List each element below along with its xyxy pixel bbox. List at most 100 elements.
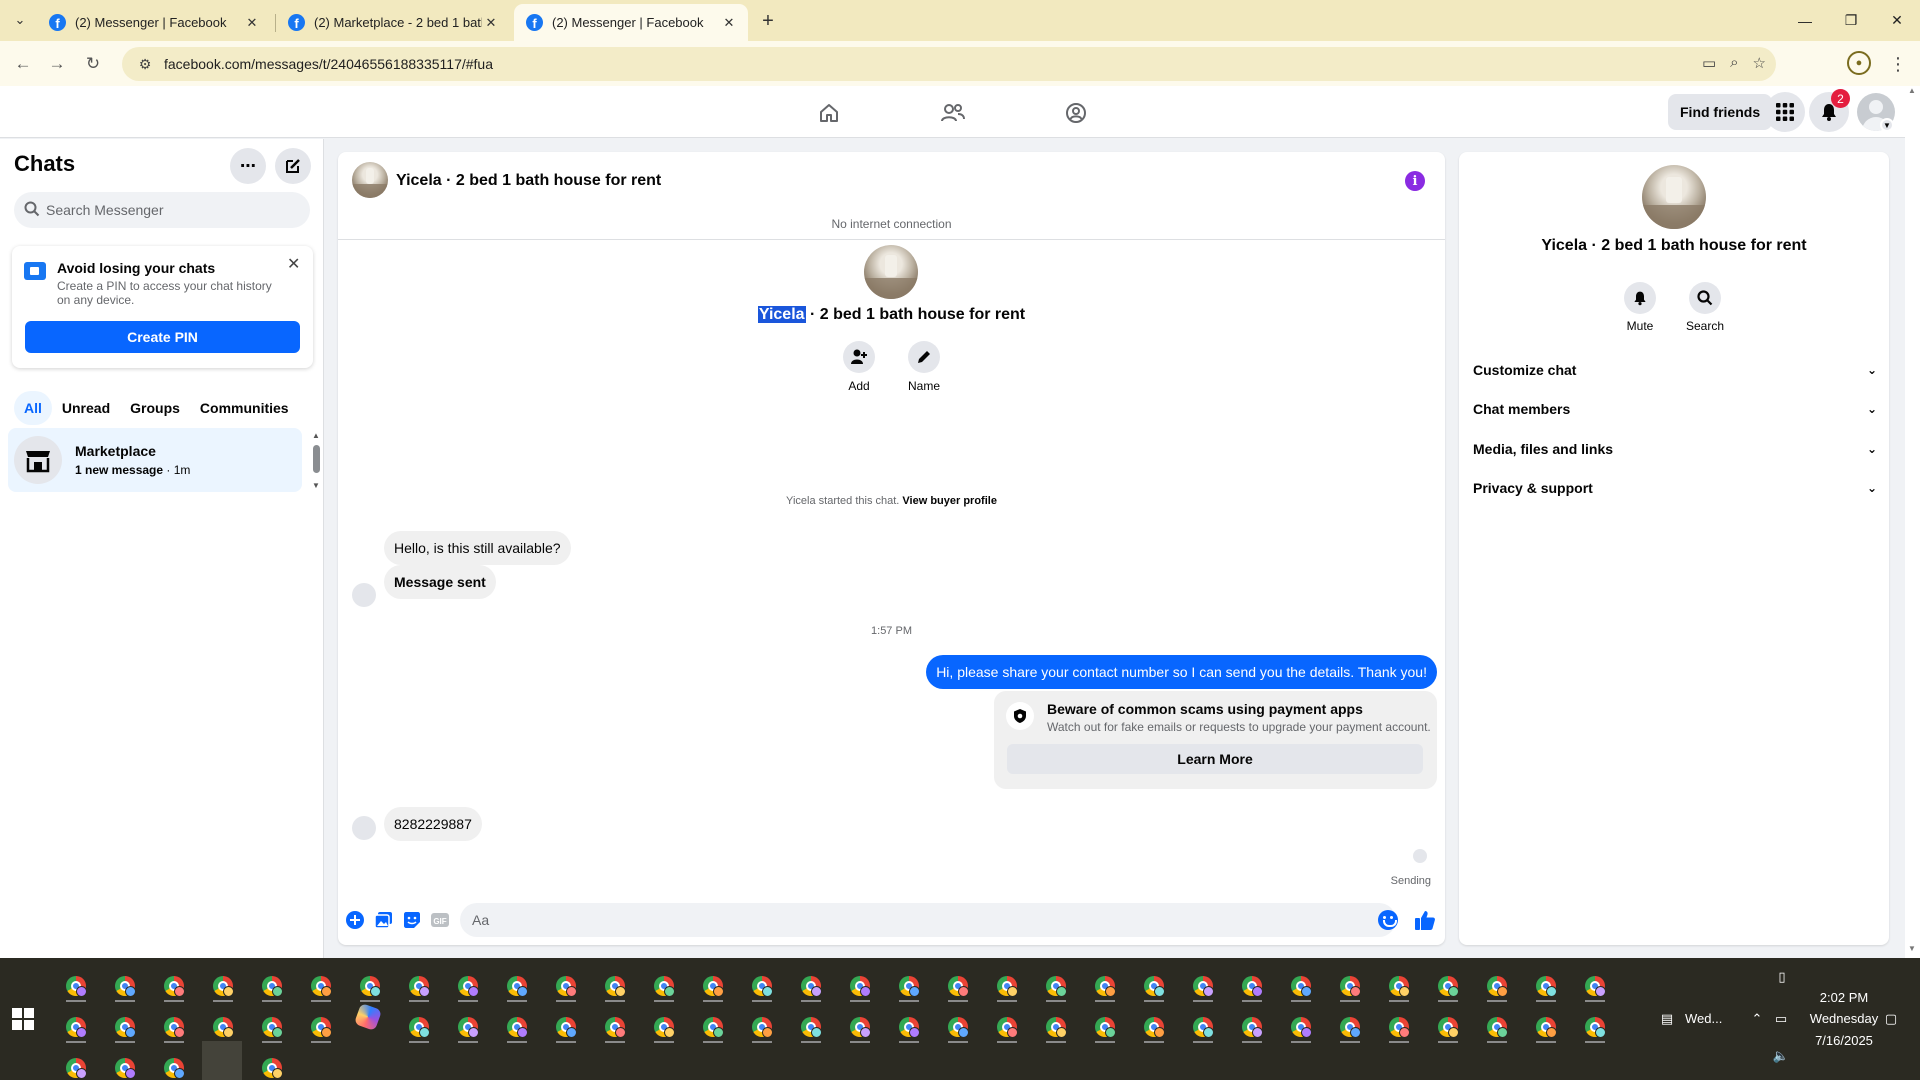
chrome-profile-taskbar-icon[interactable] xyxy=(1483,972,1511,1002)
chrome-profile-taskbar-icon[interactable] xyxy=(552,972,580,1002)
volume-icon[interactable]: 🔈 xyxy=(1772,1047,1790,1065)
thumbs-up-icon[interactable] xyxy=(1414,909,1436,931)
chrome-profile-taskbar-icon[interactable] xyxy=(405,1013,433,1043)
site-info-icon[interactable]: ⚙ xyxy=(130,56,160,73)
chrome-profile-taskbar-icon[interactable] xyxy=(160,1054,188,1080)
chrome-profile-taskbar-icon[interactable] xyxy=(160,1013,188,1043)
chrome-profile-taskbar-icon[interactable] xyxy=(895,1013,923,1043)
chrome-profile-taskbar-icon[interactable] xyxy=(62,972,90,1002)
chrome-profile-taskbar-icon[interactable] xyxy=(1434,972,1462,1002)
gif-icon[interactable]: GIF xyxy=(430,910,450,930)
search-messenger-input[interactable]: Search Messenger xyxy=(14,192,310,228)
mute-action[interactable]: Mute xyxy=(1610,282,1670,333)
chrome-profile-taskbar-icon[interactable] xyxy=(111,1013,139,1043)
close-icon[interactable]: ✕ xyxy=(287,254,300,274)
weather-text[interactable]: Wed... xyxy=(1685,1011,1722,1026)
chrome-profile-taskbar-icon[interactable] xyxy=(748,1013,776,1043)
new-tab-button[interactable]: + xyxy=(756,9,780,33)
chrome-profile-taskbar-icon[interactable] xyxy=(1091,972,1119,1002)
friends-icon[interactable] xyxy=(934,96,972,130)
chevron-up-icon[interactable]: ⌃ xyxy=(1748,1010,1766,1028)
chrome-profile-taskbar-icon[interactable] xyxy=(1238,972,1266,1002)
chrome-profile-taskbar-icon[interactable] xyxy=(62,1054,90,1080)
page-scrollbar[interactable]: ▲ ▼ xyxy=(1905,86,1920,958)
incoming-message[interactable]: Message sent xyxy=(384,565,496,599)
clock-day[interactable]: Wednesday xyxy=(1796,1011,1892,1026)
notification-center-icon[interactable]: ▢ xyxy=(1880,1010,1902,1028)
windows-start-icon[interactable] xyxy=(12,1008,34,1030)
chrome-profile-taskbar-icon[interactable] xyxy=(1336,1013,1364,1043)
incoming-message[interactable]: 8282229887 xyxy=(384,807,482,841)
chrome-profile-taskbar-icon[interactable] xyxy=(601,1013,629,1043)
chrome-profile-taskbar-icon[interactable] xyxy=(1189,1013,1217,1043)
info-icon[interactable]: i xyxy=(1405,171,1425,191)
name-chat-action[interactable]: Name xyxy=(894,341,954,393)
chrome-profile-taskbar-icon[interactable] xyxy=(552,1013,580,1043)
tab-close-icon[interactable]: ✕ xyxy=(720,14,738,32)
chrome-profile-taskbar-icon[interactable] xyxy=(699,1013,727,1043)
chrome-profile-taskbar-icon[interactable] xyxy=(1140,1013,1168,1043)
sticker-icon[interactable] xyxy=(402,910,422,930)
tablet-mode-icon[interactable]: ▯ xyxy=(1773,968,1791,986)
filter-all[interactable]: All xyxy=(14,391,52,425)
chrome-profile-taskbar-icon[interactable] xyxy=(1581,1013,1609,1043)
clock-time[interactable]: 2:02 PM xyxy=(1806,990,1882,1005)
chrome-profile-taskbar-icon[interactable] xyxy=(111,1054,139,1080)
conversation-title[interactable]: Yicela · 2 bed 1 bath house for rent xyxy=(396,172,661,190)
chrome-profile-taskbar-icon[interactable] xyxy=(797,1013,825,1043)
chrome-profile-taskbar-icon[interactable] xyxy=(1532,972,1560,1002)
chrome-profile-taskbar-icon[interactable] xyxy=(650,972,678,1002)
section-media-files-links[interactable]: Media, files and links ⌄ xyxy=(1473,431,1877,467)
chat-list-item-marketplace[interactable]: Marketplace 1 new message · 1m xyxy=(8,428,302,492)
clock-date[interactable]: 7/16/2025 xyxy=(1806,1033,1882,1048)
chrome-profile-taskbar-icon[interactable] xyxy=(650,1013,678,1043)
chrome-profile-taskbar-icon[interactable] xyxy=(356,972,384,1002)
learn-more-button[interactable]: Learn More xyxy=(1007,744,1423,774)
address-bar[interactable]: ⚙ facebook.com/messages/t/24046556188335… xyxy=(122,47,1776,81)
chrome-profile-taskbar-icon[interactable] xyxy=(895,972,923,1002)
chrome-profile-taskbar-icon[interactable] xyxy=(209,1013,237,1043)
tab-close-icon[interactable]: ✕ xyxy=(482,14,500,32)
photo-icon[interactable] xyxy=(374,910,394,930)
chrome-profile-taskbar-icon[interactable] xyxy=(1189,972,1217,1002)
chrome-profile-taskbar-icon[interactable] xyxy=(503,972,531,1002)
minimize-button[interactable]: — xyxy=(1782,0,1828,41)
reload-button[interactable]: ↻ xyxy=(80,51,106,77)
chrome-profile-taskbar-icon[interactable] xyxy=(258,972,286,1002)
chrome-profile-taskbar-icon[interactable] xyxy=(405,972,433,1002)
groups-icon[interactable] xyxy=(1057,96,1095,130)
browser-tab-2[interactable]: f (2) Marketplace - 2 bed 1 bath h ✕ xyxy=(276,4,510,41)
chrome-profile-taskbar-icon[interactable] xyxy=(258,1054,286,1080)
chrome-profile-taskbar-icon[interactable] xyxy=(454,1013,482,1043)
chrome-profile-taskbar-icon[interactable] xyxy=(1385,1013,1413,1043)
chrome-profile-taskbar-icon[interactable] xyxy=(307,1013,335,1043)
add-people-action[interactable]: Add xyxy=(829,341,889,393)
menu-grid-button[interactable] xyxy=(1765,92,1805,132)
install-app-icon[interactable]: ▭ xyxy=(1702,54,1716,72)
chrome-profile-taskbar-icon[interactable] xyxy=(62,1013,90,1043)
chrome-profile-taskbar-icon[interactable] xyxy=(1042,972,1070,1002)
chrome-profile-taskbar-icon[interactable] xyxy=(1042,1013,1070,1043)
chat-options-button[interactable]: ⋯ xyxy=(230,148,266,184)
chrome-profile-taskbar-icon[interactable] xyxy=(258,1013,286,1043)
chrome-profile-taskbar-icon[interactable] xyxy=(846,1013,874,1043)
section-chat-members[interactable]: Chat members ⌄ xyxy=(1473,391,1877,427)
filter-communities[interactable]: Communities xyxy=(190,391,299,425)
section-customize-chat[interactable]: Customize chat ⌄ xyxy=(1473,352,1877,388)
home-icon[interactable] xyxy=(810,96,848,130)
chrome-profile-taskbar-icon[interactable] xyxy=(601,972,629,1002)
weather-widget-icon[interactable]: ▤ xyxy=(1655,1010,1679,1028)
chrome-profile-taskbar-icon[interactable] xyxy=(1140,972,1168,1002)
chevron-down-icon[interactable]: ▼ xyxy=(1880,118,1894,132)
tab-close-icon[interactable]: ✕ xyxy=(243,14,261,32)
incoming-message[interactable]: Hello, is this still available? xyxy=(384,531,571,565)
chrome-profile-taskbar-icon[interactable] xyxy=(846,972,874,1002)
chrome-profile-taskbar-icon[interactable] xyxy=(1287,972,1315,1002)
filter-unread[interactable]: Unread xyxy=(52,391,120,425)
chrome-profile-taskbar-icon[interactable] xyxy=(1385,972,1413,1002)
chrome-profile-taskbar-icon[interactable] xyxy=(699,972,727,1002)
chrome-profile-taskbar-icon[interactable] xyxy=(1483,1013,1511,1043)
chrome-profile-taskbar-icon[interactable] xyxy=(503,1013,531,1043)
chrome-profile-taskbar-icon[interactable] xyxy=(1336,972,1364,1002)
browser-tab-1[interactable]: f (2) Messenger | Facebook ✕ xyxy=(37,4,271,41)
